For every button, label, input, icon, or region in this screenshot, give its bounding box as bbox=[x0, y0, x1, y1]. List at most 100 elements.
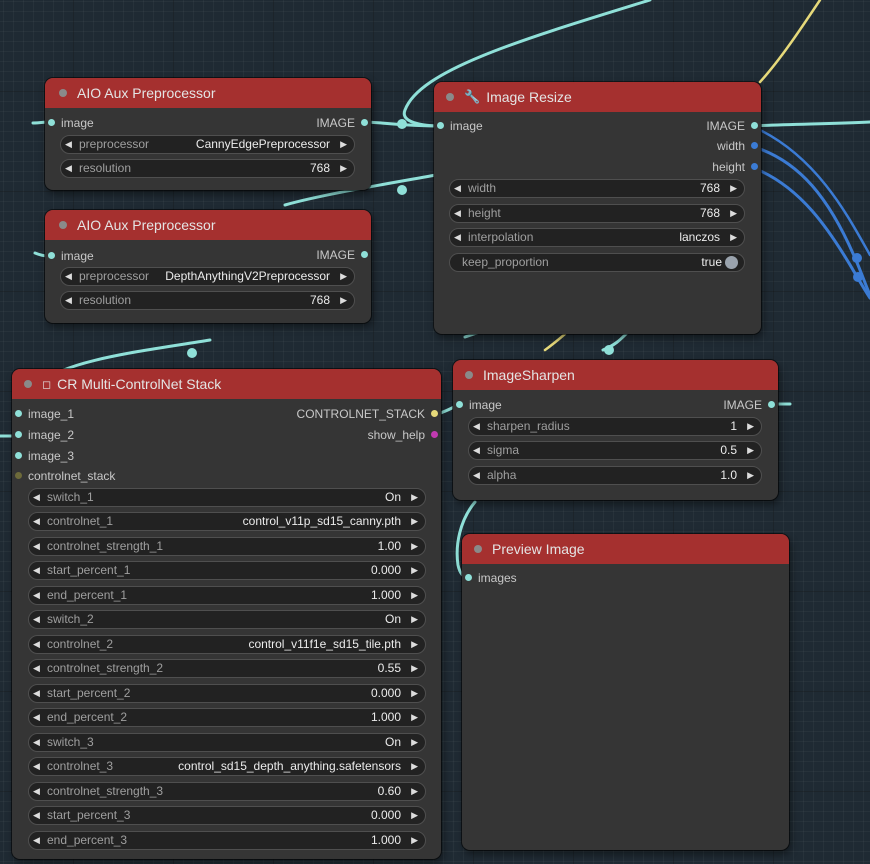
output-show-help[interactable]: show_help bbox=[368, 427, 438, 443]
decrement-arrow-icon[interactable]: ◀ bbox=[33, 538, 40, 555]
output-socket-icon[interactable] bbox=[751, 142, 758, 149]
increment-arrow-icon[interactable]: ▶ bbox=[411, 587, 418, 604]
increment-arrow-icon[interactable]: ▶ bbox=[340, 160, 347, 177]
node-title-bar[interactable]: ImageSharpen bbox=[453, 360, 778, 390]
increment-arrow-icon[interactable]: ▶ bbox=[411, 758, 418, 775]
decrement-arrow-icon[interactable]: ◀ bbox=[33, 489, 40, 506]
end-percent-1-number[interactable]: ◀ end_percent_1 1.000 ▶ bbox=[28, 586, 426, 605]
input-socket-icon[interactable] bbox=[456, 401, 463, 408]
collapse-dot-icon[interactable] bbox=[474, 545, 482, 553]
increment-arrow-icon[interactable]: ▶ bbox=[747, 442, 754, 459]
decrement-arrow-icon[interactable]: ◀ bbox=[33, 709, 40, 726]
output-image[interactable]: IMAGE bbox=[316, 115, 368, 131]
decrement-arrow-icon[interactable]: ◀ bbox=[33, 636, 40, 653]
decrement-arrow-icon[interactable]: ◀ bbox=[65, 292, 72, 309]
aio-aux-preprocessor-node-1[interactable]: AIO Aux Preprocessor image IMAGE ◀ prepr… bbox=[45, 78, 371, 190]
increment-arrow-icon[interactable]: ▶ bbox=[411, 562, 418, 579]
image-resize-node[interactable]: 🔧 Image Resize image IMAGE width height … bbox=[434, 82, 761, 334]
start-percent-3-number[interactable]: ◀ start_percent_3 0.000 ▶ bbox=[28, 806, 426, 825]
input-socket-icon[interactable] bbox=[15, 452, 22, 459]
decrement-arrow-icon[interactable]: ◀ bbox=[65, 268, 72, 285]
decrement-arrow-icon[interactable]: ◀ bbox=[454, 205, 461, 222]
output-image[interactable]: IMAGE bbox=[723, 397, 775, 413]
node-title-bar[interactable]: Preview Image bbox=[462, 534, 789, 564]
output-controlnet-stack[interactable]: CONTROLNET_STACK bbox=[297, 406, 438, 422]
output-image[interactable]: IMAGE bbox=[316, 247, 368, 263]
keep-proportion-toggle[interactable]: keep_proportion true bbox=[449, 253, 745, 272]
decrement-arrow-icon[interactable]: ◀ bbox=[454, 229, 461, 246]
input-socket-icon[interactable] bbox=[15, 472, 22, 479]
node-title-bar[interactable]: ◻ CR Multi-ControlNet Stack bbox=[12, 369, 441, 399]
increment-arrow-icon[interactable]: ▶ bbox=[730, 180, 737, 197]
collapse-dot-icon[interactable] bbox=[59, 221, 67, 229]
input-image[interactable]: image bbox=[48, 248, 94, 264]
node-title-bar[interactable]: AIO Aux Preprocessor bbox=[45, 78, 371, 108]
switch-1-combo[interactable]: ◀ switch_1 On ▶ bbox=[28, 488, 426, 507]
decrement-arrow-icon[interactable]: ◀ bbox=[33, 758, 40, 775]
output-socket-icon[interactable] bbox=[751, 163, 758, 170]
end-percent-2-number[interactable]: ◀ end_percent_2 1.000 ▶ bbox=[28, 708, 426, 727]
output-width[interactable]: width bbox=[717, 138, 758, 154]
decrement-arrow-icon[interactable]: ◀ bbox=[33, 734, 40, 751]
increment-arrow-icon[interactable]: ▶ bbox=[411, 489, 418, 506]
decrement-arrow-icon[interactable]: ◀ bbox=[33, 660, 40, 677]
controlnet-1-combo[interactable]: ◀ controlnet_1 control_v11p_sd15_canny.p… bbox=[28, 512, 426, 531]
output-height[interactable]: height bbox=[712, 159, 758, 175]
width-number[interactable]: ◀ width 768 ▶ bbox=[449, 179, 745, 198]
increment-arrow-icon[interactable]: ▶ bbox=[730, 229, 737, 246]
decrement-arrow-icon[interactable]: ◀ bbox=[33, 587, 40, 604]
decrement-arrow-icon[interactable]: ◀ bbox=[65, 136, 72, 153]
increment-arrow-icon[interactable]: ▶ bbox=[411, 685, 418, 702]
start-percent-2-number[interactable]: ◀ start_percent_2 0.000 ▶ bbox=[28, 684, 426, 703]
sigma-number[interactable]: ◀ sigma 0.5 ▶ bbox=[468, 441, 762, 460]
decrement-arrow-icon[interactable]: ◀ bbox=[33, 562, 40, 579]
increment-arrow-icon[interactable]: ▶ bbox=[411, 636, 418, 653]
node-title-bar[interactable]: 🔧 Image Resize bbox=[434, 82, 761, 112]
output-socket-icon[interactable] bbox=[361, 251, 368, 258]
increment-arrow-icon[interactable]: ▶ bbox=[730, 205, 737, 222]
input-image-1[interactable]: image_1 bbox=[15, 406, 74, 422]
input-image-3[interactable]: image_3 bbox=[15, 448, 74, 464]
decrement-arrow-icon[interactable]: ◀ bbox=[33, 685, 40, 702]
toggle-knob-icon[interactable] bbox=[725, 256, 738, 269]
resolution-number[interactable]: ◀ resolution 768 ▶ bbox=[60, 291, 355, 310]
node-title-bar[interactable]: AIO Aux Preprocessor bbox=[45, 210, 371, 240]
switch-3-combo[interactable]: ◀ switch_3 On ▶ bbox=[28, 733, 426, 752]
controlnet-strength-3-number[interactable]: ◀ controlnet_strength_3 0.60 ▶ bbox=[28, 782, 426, 801]
input-images[interactable]: images bbox=[465, 570, 517, 586]
input-socket-icon[interactable] bbox=[15, 431, 22, 438]
increment-arrow-icon[interactable]: ▶ bbox=[411, 807, 418, 824]
increment-arrow-icon[interactable]: ▶ bbox=[411, 709, 418, 726]
input-socket-icon[interactable] bbox=[465, 574, 472, 581]
decrement-arrow-icon[interactable]: ◀ bbox=[473, 418, 480, 435]
input-image[interactable]: image bbox=[456, 397, 502, 413]
collapse-dot-icon[interactable] bbox=[24, 380, 32, 388]
alpha-number[interactable]: ◀ alpha 1.0 ▶ bbox=[468, 466, 762, 485]
controlnet-2-combo[interactable]: ◀ controlnet_2 control_v11f1e_sd15_tile.… bbox=[28, 635, 426, 654]
increment-arrow-icon[interactable]: ▶ bbox=[340, 136, 347, 153]
increment-arrow-icon[interactable]: ▶ bbox=[411, 832, 418, 849]
decrement-arrow-icon[interactable]: ◀ bbox=[454, 180, 461, 197]
controlnet-strength-2-number[interactable]: ◀ controlnet_strength_2 0.55 ▶ bbox=[28, 659, 426, 678]
controlnet-3-combo[interactable]: ◀ controlnet_3 control_sd15_depth_anythi… bbox=[28, 757, 426, 776]
image-sharpen-node[interactable]: ImageSharpen image IMAGE ◀ sharpen_radiu… bbox=[453, 360, 778, 500]
increment-arrow-icon[interactable]: ▶ bbox=[411, 734, 418, 751]
interpolation-combo[interactable]: ◀ interpolation lanczos ▶ bbox=[449, 228, 745, 247]
resolution-number[interactable]: ◀ resolution 768 ▶ bbox=[60, 159, 355, 178]
input-socket-icon[interactable] bbox=[15, 410, 22, 417]
increment-arrow-icon[interactable]: ▶ bbox=[340, 292, 347, 309]
decrement-arrow-icon[interactable]: ◀ bbox=[33, 807, 40, 824]
collapse-dot-icon[interactable] bbox=[446, 93, 454, 101]
output-image[interactable]: IMAGE bbox=[706, 118, 758, 134]
increment-arrow-icon[interactable]: ▶ bbox=[411, 538, 418, 555]
switch-2-combo[interactable]: ◀ switch_2 On ▶ bbox=[28, 610, 426, 629]
collapse-dot-icon[interactable] bbox=[59, 89, 67, 97]
decrement-arrow-icon[interactable]: ◀ bbox=[33, 513, 40, 530]
output-socket-icon[interactable] bbox=[431, 431, 438, 438]
aio-aux-preprocessor-node-2[interactable]: AIO Aux Preprocessor image IMAGE ◀ prepr… bbox=[45, 210, 371, 323]
input-controlnet-stack[interactable]: controlnet_stack bbox=[15, 468, 115, 484]
output-socket-icon[interactable] bbox=[751, 122, 758, 129]
increment-arrow-icon[interactable]: ▶ bbox=[411, 611, 418, 628]
input-image[interactable]: image bbox=[437, 118, 483, 134]
controlnet-strength-1-number[interactable]: ◀ controlnet_strength_1 1.00 ▶ bbox=[28, 537, 426, 556]
